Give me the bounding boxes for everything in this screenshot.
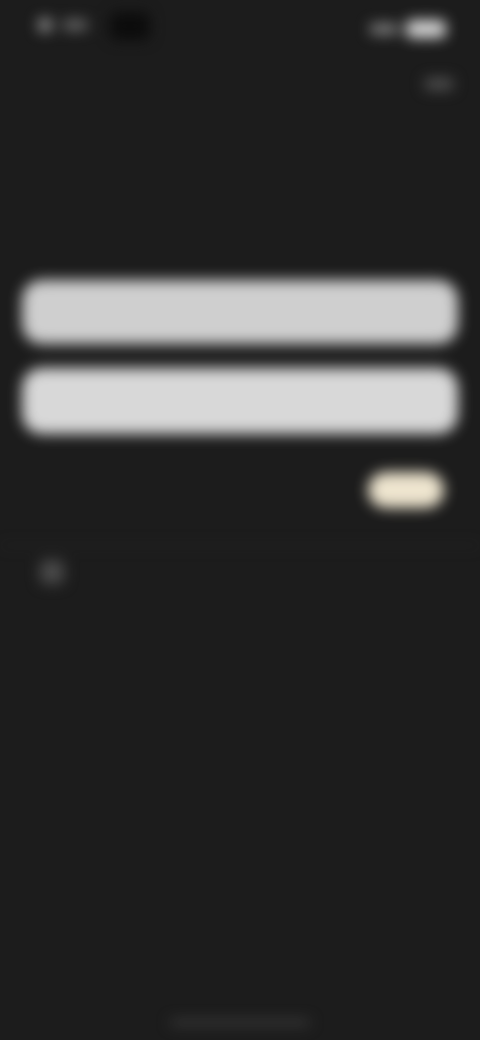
screen: [0, 0, 480, 1040]
preference-row: [0, 460, 480, 520]
divider: [0, 545, 480, 546]
signal-icon: [370, 24, 398, 34]
status-right: [370, 20, 446, 38]
status-left: [38, 18, 88, 32]
status-time: [62, 20, 88, 30]
close-button[interactable]: [424, 78, 454, 90]
status-app-icon: [38, 18, 52, 32]
camera-notch: [110, 12, 150, 40]
sub-row[interactable]: [40, 560, 76, 584]
secondary-button[interactable]: [22, 368, 458, 434]
home-indicator: [170, 1020, 310, 1025]
primary-button[interactable]: [22, 280, 458, 344]
info-icon: [40, 560, 64, 584]
battery-icon: [406, 20, 446, 38]
preference-toggle[interactable]: [368, 472, 444, 508]
status-bar: [0, 0, 480, 60]
